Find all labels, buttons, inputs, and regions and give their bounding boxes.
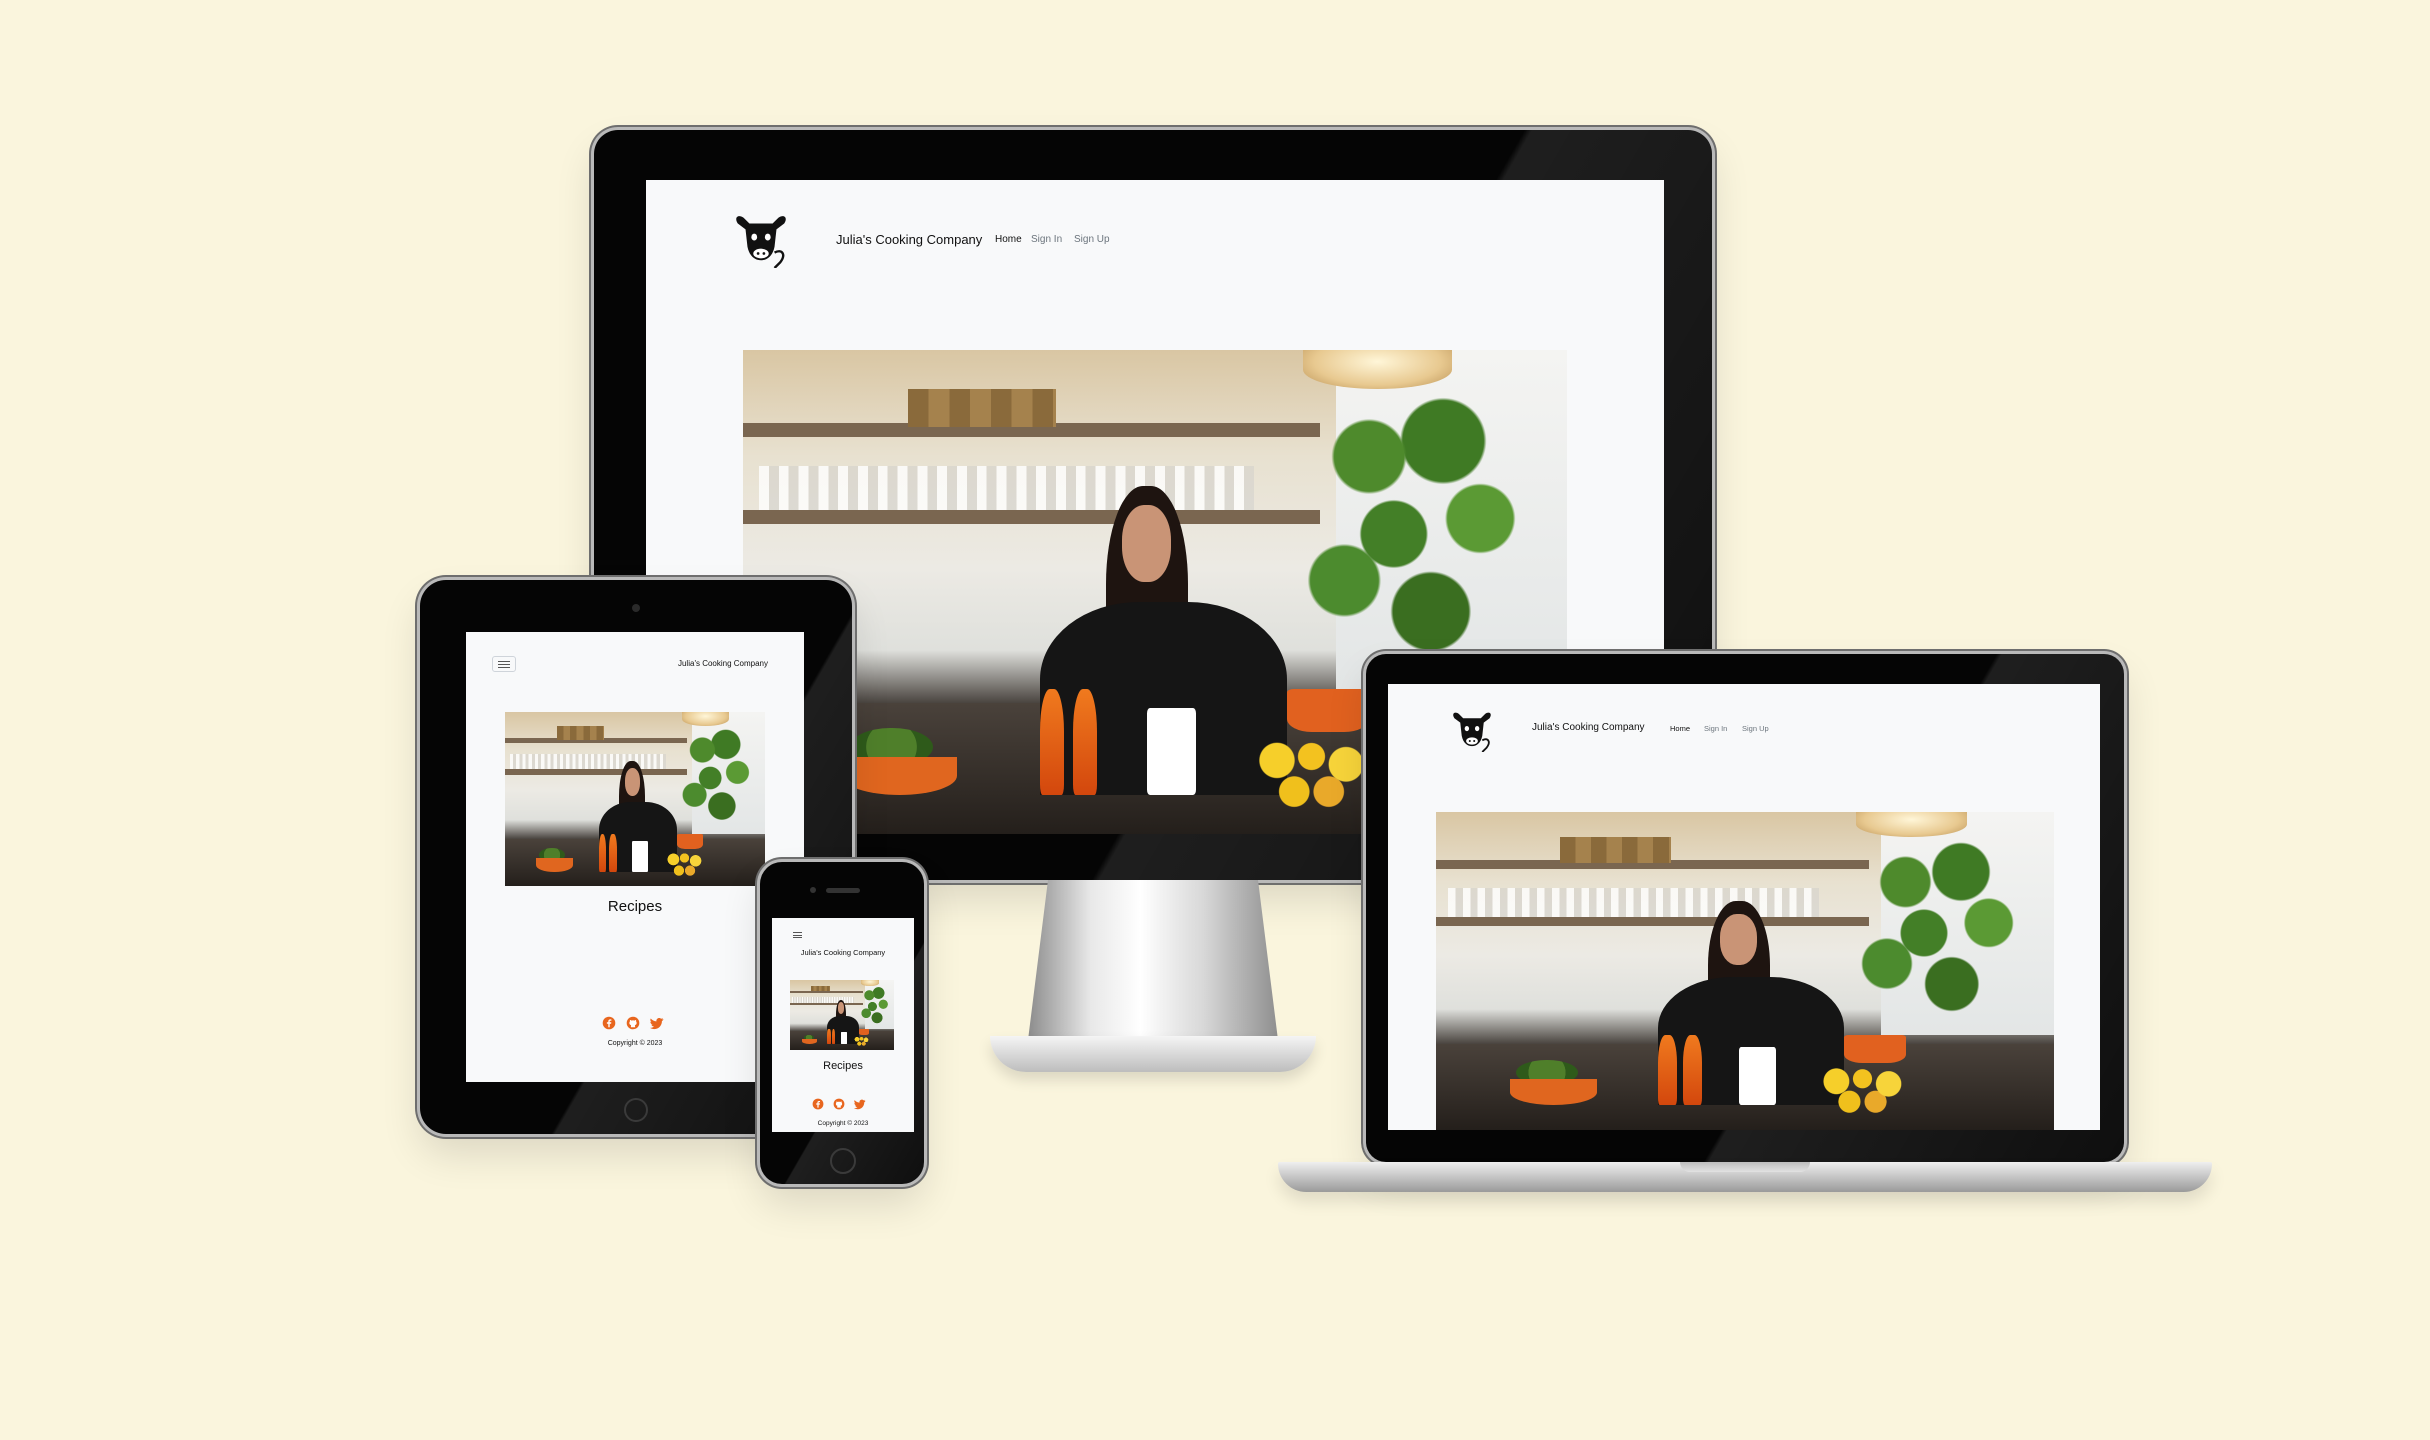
navbar-brand[interactable]: Julia's Cooking Company [772,948,914,957]
nav-home[interactable]: Home [995,234,1022,245]
monitor-stand [1028,880,1278,1040]
site-navbar: Julia's Cooking Company Home Sign In Sig… [646,180,1664,300]
nav-sign-up[interactable]: Sign Up [1074,234,1110,245]
site-navbar: Julia's Cooking Company Home Sign In Sig… [1388,684,2100,774]
tablet-home-button [624,1098,648,1122]
nav-home[interactable]: Home [1670,724,1690,733]
cow-head-icon [736,216,786,268]
navbar-toggler-button[interactable] [492,656,516,672]
site-logo[interactable] [1450,708,1494,752]
navbar-brand[interactable]: Julia's Cooking Company [678,659,768,668]
social-links [812,1098,866,1110]
copyright: Copyright © 2023 [607,1040,663,1047]
page-heading: Recipes [823,1060,863,1072]
site-logo[interactable] [732,210,790,268]
twitter-icon[interactable] [854,1098,866,1110]
copyright: Copyright © 2023 [817,1120,869,1127]
monitor-stand-base [990,1036,1316,1072]
social-links [602,1016,664,1030]
navbar-toggler-button[interactable] [790,930,804,940]
phone-speaker [826,888,860,893]
hero-image [1436,812,2054,1130]
laptop-notch [1680,1162,1810,1172]
nav-sign-in[interactable]: Sign In [1704,724,1727,733]
hero-image [505,712,765,886]
hamburger-icon [792,932,802,933]
facebook-icon[interactable] [602,1016,616,1030]
facebook-icon[interactable] [812,1098,824,1110]
navbar-brand[interactable]: Julia's Cooking Company [1532,722,1645,733]
twitter-icon[interactable] [650,1016,664,1030]
cow-head-icon [1453,712,1491,752]
navbar-brand[interactable]: Julia's Cooking Company [836,232,982,247]
hero-image [790,980,894,1050]
nav-sign-in[interactable]: Sign In [1031,234,1062,245]
phone-camera [810,887,816,893]
page-heading: Recipes [607,898,663,915]
github-icon[interactable] [626,1016,640,1030]
laptop-screen: Julia's Cooking Company Home Sign In Sig… [1388,684,2100,1130]
phone-home-button [830,1148,856,1174]
hamburger-icon [498,660,510,662]
tablet-screen: Julia's Cooking Company Recipes Copyrigh… [466,632,804,1082]
phone-screen: Julia's Cooking Company Recipes Copyrigh… [772,918,914,1132]
nav-sign-up[interactable]: Sign Up [1742,724,1769,733]
tablet-camera [632,604,640,612]
github-icon[interactable] [833,1098,845,1110]
